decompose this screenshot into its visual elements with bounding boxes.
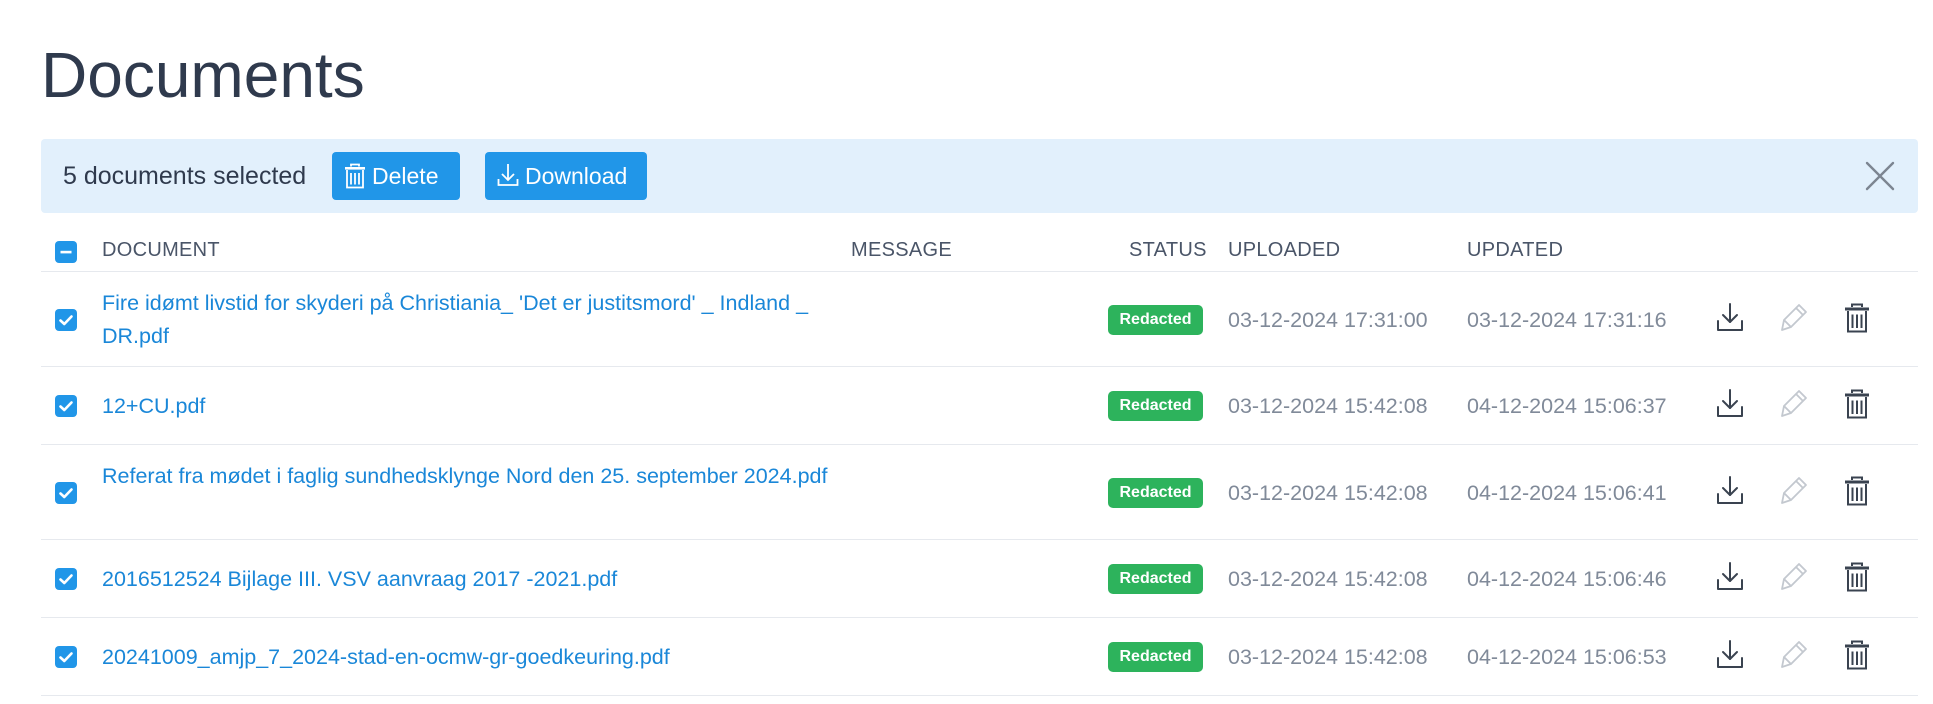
- row-edit-button[interactable]: [1779, 302, 1809, 334]
- row-checkbox[interactable]: [55, 481, 77, 504]
- status-badge: Redacted: [1108, 477, 1203, 508]
- select-all-checkbox[interactable]: [55, 241, 77, 263]
- documents-table: DOCUMENT MESSAGE STATUS UPLOADED UPDATED…: [41, 222, 1918, 696]
- row-delete-button[interactable]: [1842, 639, 1872, 671]
- table-row: Referat fra mødet i faglig sundhedsklyng…: [41, 445, 1918, 540]
- pencil-icon: [1781, 563, 1807, 590]
- status-badge: Redacted: [1108, 391, 1203, 421]
- column-header-uploaded[interactable]: UPLOADED: [1228, 222, 1340, 278]
- row-delete-button[interactable]: [1842, 561, 1872, 593]
- updated-date: 03-12-2024 17:31:16: [1467, 307, 1667, 332]
- row-download-button[interactable]: [1715, 561, 1745, 593]
- table-header-row: DOCUMENT MESSAGE STATUS UPLOADED UPDATED: [41, 222, 1918, 272]
- column-header-status[interactable]: STATUS: [1129, 222, 1207, 278]
- trash-icon: [345, 163, 365, 189]
- trash-icon: [1845, 476, 1869, 505]
- row-delete-button[interactable]: [1842, 388, 1872, 420]
- checkmark-icon: [59, 314, 73, 325]
- uploaded-date: 03-12-2024 15:42:08: [1228, 480, 1428, 505]
- row-download-button[interactable]: [1715, 302, 1745, 334]
- download-icon: [1717, 475, 1743, 504]
- table-row: 12+CU.pdf Redacted 03-12-2024 15:42:08 04-1…: [41, 367, 1918, 445]
- table-row: 2016512524 Bijlage III. VSV aanvraag 201…: [41, 540, 1918, 618]
- table-body: Fire idømt livstid for skyderi på Christ…: [41, 272, 1918, 696]
- trash-icon: [1845, 303, 1869, 332]
- document-link[interactable]: 2016512524 Bijlage III. VSV aanvraag 201…: [102, 563, 842, 596]
- bulk-delete-button[interactable]: Delete: [332, 152, 460, 200]
- uploaded-date: 03-12-2024 15:42:08: [1228, 645, 1428, 669]
- status-badge: Redacted: [1108, 564, 1203, 594]
- column-header-document[interactable]: DOCUMENT: [102, 222, 220, 278]
- document-link[interactable]: 12+CU.pdf: [102, 390, 842, 423]
- updated-date: 04-12-2024 15:06:37: [1467, 394, 1667, 418]
- row-edit-button[interactable]: [1779, 475, 1809, 507]
- uploaded-date: 03-12-2024 15:42:08: [1228, 567, 1428, 591]
- trash-icon: [1845, 562, 1869, 592]
- selected-count: 5 documents selected: [63, 162, 307, 190]
- row-download-button[interactable]: [1715, 388, 1745, 420]
- minus-icon: [60, 250, 72, 254]
- updated-date: 04-12-2024 15:06:41: [1467, 480, 1667, 505]
- row-download-button[interactable]: [1715, 475, 1745, 507]
- checkmark-icon: [59, 401, 73, 412]
- trash-icon: [1845, 640, 1869, 670]
- updated-date: 04-12-2024 15:06:53: [1467, 645, 1667, 669]
- row-edit-button[interactable]: [1779, 388, 1809, 420]
- download-icon: [1717, 389, 1743, 417]
- uploaded-date: 03-12-2024 17:31:00: [1228, 307, 1428, 332]
- pencil-icon: [1781, 303, 1807, 331]
- bulk-download-button[interactable]: Download: [485, 152, 647, 200]
- row-checkbox[interactable]: [55, 646, 77, 668]
- checkmark-icon: [59, 652, 73, 663]
- row-edit-button[interactable]: [1779, 639, 1809, 671]
- close-icon[interactable]: [1864, 160, 1896, 192]
- bulk-delete-label: Delete: [372, 162, 439, 189]
- row-checkbox[interactable]: [55, 308, 77, 331]
- column-header-updated[interactable]: UPDATED: [1467, 222, 1563, 278]
- document-link[interactable]: Fire idømt livstid for skyderi på Christ…: [102, 287, 842, 353]
- row-download-button[interactable]: [1715, 639, 1745, 671]
- table-row: Fire idømt livstid for skyderi på Christ…: [41, 272, 1918, 367]
- column-header-message[interactable]: MESSAGE: [851, 222, 952, 278]
- document-link[interactable]: Referat fra mødet i faglig sundhedsklyng…: [102, 460, 842, 493]
- bulk-download-label: Download: [525, 162, 628, 189]
- checkmark-icon: [59, 487, 73, 498]
- status-badge: Redacted: [1108, 642, 1203, 672]
- selection-bar: 5 documents selected Delete Download: [41, 139, 1918, 213]
- pencil-icon: [1781, 641, 1807, 668]
- download-icon: [1717, 302, 1743, 331]
- updated-date: 04-12-2024 15:06:46: [1467, 567, 1667, 591]
- row-delete-button[interactable]: [1842, 475, 1872, 507]
- table-row: 20241009_amjp_7_2024-stad-en-ocmw-gr-goe…: [41, 618, 1918, 696]
- download-icon: [1717, 562, 1743, 590]
- status-badge: Redacted: [1108, 304, 1203, 335]
- row-delete-button[interactable]: [1842, 302, 1872, 334]
- documents-page: Documents 5 documents selected Delete Do…: [0, 0, 1933, 704]
- row-edit-button[interactable]: [1779, 561, 1809, 593]
- row-checkbox[interactable]: [55, 568, 77, 590]
- checkmark-icon: [59, 574, 73, 585]
- row-checkbox[interactable]: [55, 395, 77, 417]
- page-title: Documents: [41, 39, 365, 111]
- uploaded-date: 03-12-2024 15:42:08: [1228, 394, 1428, 418]
- download-icon: [1717, 640, 1743, 668]
- trash-icon: [1845, 389, 1869, 419]
- pencil-icon: [1781, 390, 1807, 417]
- pencil-icon: [1781, 476, 1807, 504]
- document-link[interactable]: 20241009_amjp_7_2024-stad-en-ocmw-gr-goe…: [102, 641, 842, 674]
- download-icon: [497, 164, 519, 186]
